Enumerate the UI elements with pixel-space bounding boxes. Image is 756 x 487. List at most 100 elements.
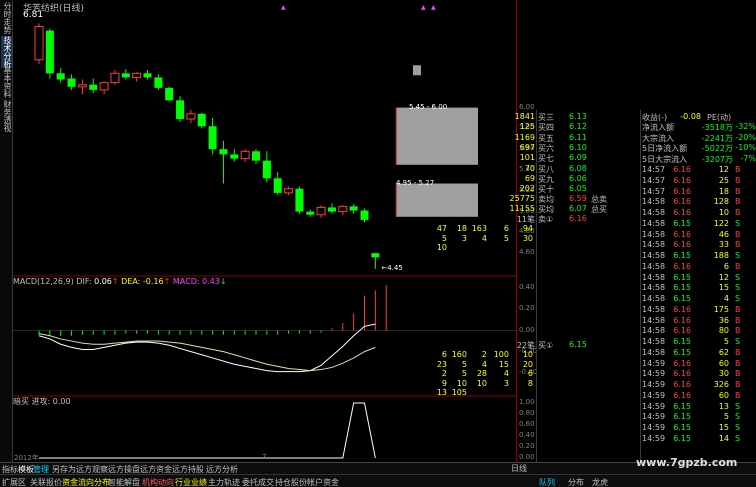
right-tab-1[interactable]: 分布 <box>568 477 584 487</box>
macd-tick: 0.00 <box>519 325 535 334</box>
tick-row-cell: 6.16 <box>673 175 691 185</box>
zone-label-upper: 5.45 - 6.00 <box>409 102 448 111</box>
buy1-queue-row-cell: 23 <box>436 359 447 369</box>
tick-row: 14:58 6.16 128 B <box>641 197 756 208</box>
tick-row-cell: 14:58 <box>642 272 666 282</box>
indicator-tick: 1.00 <box>519 398 535 406</box>
candle-body-10 <box>143 73 152 78</box>
candle-body-8 <box>121 73 130 78</box>
tick-row: 14:58 6.15 62 B <box>641 348 756 359</box>
tick-row-cell: B <box>735 315 741 325</box>
right-tab-0[interactable]: 队列 <box>539 477 555 487</box>
candle-body-18 <box>230 154 239 159</box>
tick-row: 14:59 6.16 30 B <box>641 369 756 380</box>
tick-row-cell: 14:59 <box>642 401 666 411</box>
tick-row-cell: S <box>735 272 741 282</box>
candle-body-21 <box>262 160 271 179</box>
tick-row-cell: 14:58 <box>642 283 666 293</box>
candle-body-24 <box>295 188 304 212</box>
extension-tab-2[interactable]: 资金流向分布 <box>62 477 110 487</box>
tick-row-cell: 6.16 <box>673 197 691 207</box>
tick-row-cell: 62 <box>718 347 729 357</box>
tick-row-cell: 10 <box>718 208 729 217</box>
tick-row-cell: S <box>735 283 741 293</box>
left-tab-0[interactable]: 分时走势 <box>1 2 12 34</box>
tick-row-cell: 122 <box>713 218 729 228</box>
tick-row-cell: B <box>735 369 741 379</box>
candle-body-12 <box>165 87 174 101</box>
tick-row-cell: B <box>735 380 741 389</box>
macd-tick: 0.40 <box>519 283 535 292</box>
tick-row-cell: 14:58 <box>642 261 666 271</box>
sell1-queue-row-cell: 10 <box>436 243 447 252</box>
sell1-queue-row-cell: 6 <box>503 224 509 233</box>
tick-row: 14:57 6.16 25 B <box>641 176 756 187</box>
sell1-queue-row-cell: 18 <box>456 224 467 233</box>
ask-row-cell: 6.13 <box>569 112 587 121</box>
tick-row-cell: 14:58 <box>642 326 666 336</box>
ask-row-cell: 6.09 <box>569 153 587 163</box>
tick-row-cell: B <box>735 208 741 217</box>
dif-up-icon: ↑ <box>111 277 119 286</box>
period-label[interactable]: 日线 <box>511 463 527 474</box>
buy1-queue-row-cell: 5 <box>461 359 467 369</box>
buy1-queue-row-cell: 10 <box>456 378 467 388</box>
buy1-queue-row-cell: 2 <box>481 350 487 359</box>
extension-tab-5[interactable]: 行业业绩 <box>175 477 207 487</box>
tick-row-cell: 60 <box>718 358 729 368</box>
sell1-queue-row-cell: 163 <box>471 224 487 233</box>
ask-row-cell: 1841 <box>514 112 535 121</box>
extension-tab-4[interactable]: 机构动向 <box>142 477 174 487</box>
tick-row-cell: S <box>735 218 741 228</box>
extension-tab-3[interactable]: 智能解盘 <box>108 477 140 487</box>
indicator-legend: 暗买 进攻: 0.00 <box>13 396 71 407</box>
extension-tab-1[interactable]: 关联报价 <box>30 477 62 487</box>
month-label: 7 <box>262 453 267 461</box>
extension-tab-0[interactable]: 扩展区 <box>2 477 26 487</box>
tick-row-cell: B <box>735 390 741 400</box>
avg-sell-row-cell: 6.59 <box>569 194 587 203</box>
buy1-queue-row-cell: 20 <box>522 359 533 369</box>
tick-row: 14:58 6.16 6 B <box>641 262 756 273</box>
buy1-queue-row-cell: 4 <box>503 369 509 379</box>
ask-row-cell: 6.05 <box>569 184 587 194</box>
tick-row-cell: B <box>735 358 741 368</box>
extension-tab-8[interactable]: 持仓股份 <box>275 477 307 487</box>
tick-row-cell: 6.15 <box>673 433 691 443</box>
tick-row: 14:59 6.16 60 B <box>641 359 756 370</box>
tick-row-cell: 12 <box>718 165 729 174</box>
left-tab-2[interactable]: 基本资料 <box>1 66 12 98</box>
fund-row: 5日净流入额 -5022万 -10% <box>641 143 756 154</box>
tick-row-cell: 6.16 <box>673 390 691 400</box>
tick-row-cell: 6.16 <box>673 186 691 196</box>
extension-tab-7[interactable]: 委托成交 <box>242 477 274 487</box>
left-tab-3[interactable]: 财务透视 <box>1 100 12 132</box>
extension-tab-6[interactable]: 主力轨迹 <box>208 477 240 487</box>
fund-row-cell: 5日净流入额 <box>642 144 688 153</box>
tick-row: 14:59 6.15 5 S <box>641 412 756 423</box>
tick-row-cell: 15 <box>718 283 729 293</box>
tick-row-cell: 188 <box>713 251 729 260</box>
tick-row-cell: 6.15 <box>673 423 691 432</box>
candle-body-23 <box>284 188 294 194</box>
right-tab-2[interactable]: 龙虎 <box>592 477 608 487</box>
fund-row-cell: 净流入额 <box>642 123 674 132</box>
tick-row-cell: 6.16 <box>673 165 691 174</box>
extension-tab-9[interactable]: 帐户资金 <box>307 477 339 487</box>
tick-row-cell: 6.16 <box>673 315 691 325</box>
tick-row-cell: 46 <box>718 229 729 239</box>
buy1-queue-row-cell: 8 <box>527 378 533 388</box>
tick-row-cell: 6.16 <box>673 261 691 271</box>
tick-row: 14:58 6.15 5 S <box>641 337 756 348</box>
tick-row-cell: B <box>735 175 741 185</box>
fund-row: 净流入额 -3518万 -32% <box>641 122 756 133</box>
candle-body-4 <box>77 84 87 88</box>
left-tab-1[interactable]: 技术分析 <box>1 36 12 68</box>
year-label: 2012年 <box>14 454 39 462</box>
macd-down-icon: ↓ <box>219 277 227 286</box>
tick-row: 14:59 6.16 60 B <box>641 391 756 402</box>
tick-row-cell: 6.16 <box>673 304 691 314</box>
extension-tab-bar: 扩展区 关联报价 资金流向分布 智能解盘 机构动向 行业业绩 主力轨迹 委托成交 持仓股份 帐户资… <box>0 474 756 487</box>
tick-row-cell: S <box>735 423 741 432</box>
tick-row-cell: 14:59 <box>642 412 666 422</box>
